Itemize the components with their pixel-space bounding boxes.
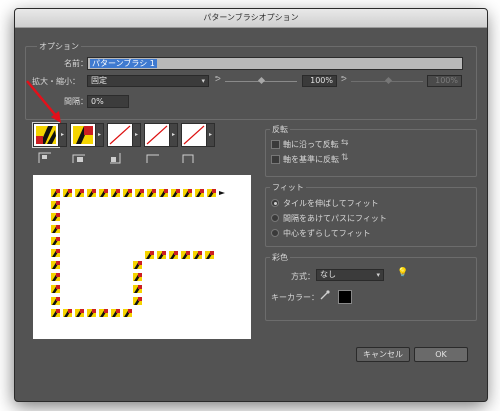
preview-left-column (51, 201, 60, 317)
tile-inner-corner[interactable] (107, 123, 133, 147)
chevron-down-icon: ▾ (201, 77, 205, 85)
name-value: パターンブラシ 1 (90, 59, 157, 68)
tile-outer-corner[interactable] (70, 123, 96, 147)
method-value: なし (320, 270, 336, 279)
flip-across-label: 軸を基準に反転 (283, 155, 339, 164)
fit-option-label: 間隔をあけてパスにフィット (283, 214, 387, 223)
tile-end[interactable] (181, 123, 207, 147)
scale-value2-field: 100% (427, 75, 462, 87)
no-tile-icon (146, 125, 168, 145)
fit-option-label: タイルを伸ばしてフィット (283, 199, 379, 208)
method-label: 方式： (291, 272, 315, 281)
outer-corner-tile-icon (38, 152, 51, 163)
flip-across-checkbox[interactable] (271, 155, 280, 164)
key-color-swatch[interactable] (338, 290, 352, 304)
flip-along-icon: ⇆ (341, 138, 349, 148)
fit-option-label: 中心をずらしてフィット (283, 229, 371, 238)
name-label: 名前： (64, 59, 88, 68)
pattern-preview-path (51, 189, 225, 317)
scale-max-icon: ᕗ (341, 74, 347, 83)
name-field[interactable]: パターンブラシ 1 (87, 57, 463, 70)
options-group-label: オプション (37, 41, 81, 52)
pattern-brush-options-dialog: パターンブラシオプション オプション 名前： パターンブラシ 1 拡大・縮小： … (14, 8, 488, 402)
preview-bottom-row (63, 309, 132, 317)
fit-spacing-radio[interactable] (271, 214, 279, 222)
preview-top-row (51, 189, 225, 197)
spacing-label: 間隔： (64, 97, 88, 106)
scale-min-icon: ᕗ (215, 74, 221, 83)
flip-group (265, 129, 477, 177)
tile-end-dropdown[interactable]: ▸ (206, 123, 215, 147)
scale-mode-value: 固定 (91, 76, 107, 85)
spacing-field[interactable]: 0% (87, 95, 129, 108)
fit-group-label: フィット (270, 182, 306, 193)
brush-preview (33, 175, 251, 339)
flip-along-checkbox[interactable] (271, 140, 280, 149)
scale-mode-dropdown[interactable]: 固定 ▾ (87, 75, 209, 87)
tile-start[interactable] (144, 123, 170, 147)
tile-outer-corner-dropdown[interactable]: ▸ (95, 123, 104, 147)
window-title: パターンブラシオプション (15, 9, 487, 28)
no-tile-icon (183, 125, 205, 145)
inner-corner-tile-icon (110, 153, 121, 164)
colorization-group-label: 彩色 (270, 252, 290, 263)
spacing-value: 0% (91, 97, 104, 106)
no-tile-icon (109, 125, 131, 145)
fit-stretch-radio[interactable] (271, 199, 279, 207)
key-color-label: キーカラー： (271, 293, 319, 302)
fit-approximate-radio[interactable] (271, 229, 279, 237)
red-arrow-annotation-icon (26, 80, 61, 123)
tile-inner-corner-dropdown[interactable]: ▸ (132, 123, 141, 147)
cancel-button[interactable]: キャンセル (356, 347, 410, 362)
start-tile-icon (146, 154, 159, 163)
lightbulb-icon[interactable]: 💡 (397, 268, 408, 278)
end-tile-icon (182, 154, 194, 163)
flip-group-label: 反転 (270, 124, 290, 135)
ok-button[interactable]: OK (414, 347, 468, 362)
colorization-group (265, 257, 477, 321)
chevron-down-icon: ▾ (376, 271, 380, 279)
scale-value-field[interactable]: 100% (302, 75, 337, 87)
eyedropper-icon[interactable] (320, 290, 330, 300)
hazard-stripe-corner-icon (73, 126, 93, 144)
side-tile-icon (72, 154, 85, 163)
flip-across-icon: ⇅ (341, 153, 349, 163)
flip-along-label: 軸に沿って反転 (283, 140, 339, 149)
tile-start-dropdown[interactable]: ▸ (169, 123, 178, 147)
method-dropdown[interactable]: なし ▾ (316, 269, 384, 281)
preview-step (133, 251, 214, 305)
